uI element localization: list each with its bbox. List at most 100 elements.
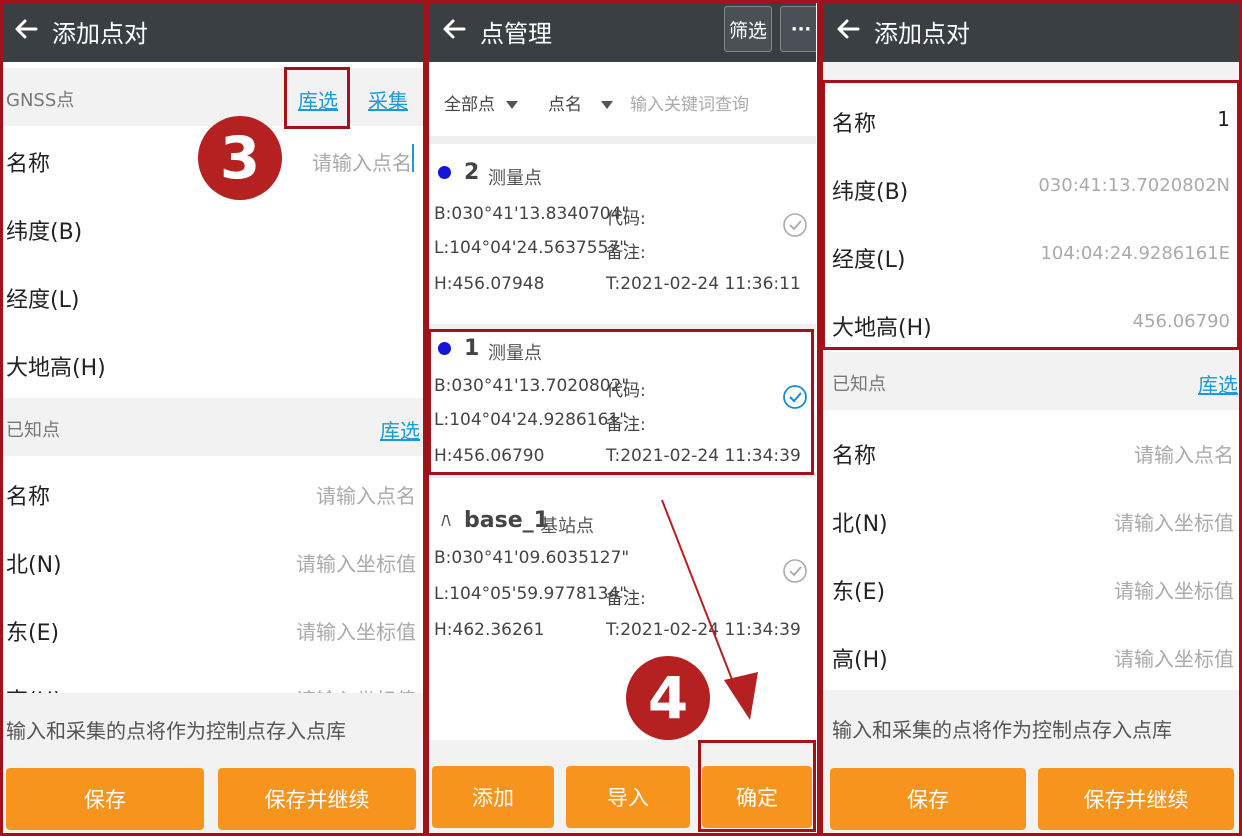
field-value: 1 [1217,107,1230,131]
gnss-latitude-field[interactable]: 纬度(B) 030:41:13.7020802N [822,154,1242,223]
list-item[interactable]: 2 测量点 B:030°41'13.8340704" 代码: L:104°04'… [428,146,816,324]
search-field-dropdown[interactable]: 点名 [548,90,614,115]
gnss-name-field[interactable]: 名称 1 [822,86,1242,155]
point-latitude: B:030°41'09.6035127" [434,548,630,568]
back-arrow-icon[interactable] [832,13,864,45]
known-east-field[interactable]: 东(E) 请输入坐标值 [822,554,1242,623]
survey-point-dot-icon [438,342,451,355]
app-bar: 添加点对 [0,0,424,62]
gnss-height-field[interactable]: 大地高(H) [0,330,424,398]
field-label: 北(N) [832,512,888,537]
save-and-continue-button[interactable]: 保存并继续 [1038,768,1234,830]
page-title: 添加点对 [52,20,148,48]
field-label: 大地高(H) [6,356,106,381]
dropdown-label: 点名 [548,95,582,115]
field-placeholder: 请输入点名 [316,484,416,508]
gnss-section-header: GNSS点 库选 采集 [0,68,424,126]
known-name-field[interactable]: 名称 请输入点名 [822,418,1242,487]
caret-down-icon [506,101,519,109]
field-value: 104:04:24.9286161E [1040,243,1230,264]
point-name: base_1 [464,508,549,533]
known-north-field[interactable]: 北(N) 请输入坐标值 [0,527,424,596]
point-height: H:462.36261 [434,620,545,640]
field-label: 名称 [6,485,51,510]
gnss-latitude-field[interactable]: 纬度(B) [0,194,424,263]
point-time: T:2021-02-24 11:34:39 [606,446,801,466]
field-placeholder: 请输入坐标值 [1114,511,1234,535]
save-button[interactable]: 保存 [6,768,204,830]
known-name-field[interactable]: 名称 请输入点名 [0,459,424,528]
known-library-select-link[interactable]: 库选 [1198,369,1238,398]
filter-button[interactable]: 筛选 [724,6,772,52]
more-menu-button[interactable]: ··· [780,6,816,52]
step-badge-4: 4 [626,656,710,740]
field-placeholder: 请输入点名 [312,151,412,175]
field-placeholder: 请输入点名 [1134,443,1234,467]
point-type: 测量点 [488,168,542,189]
known-section-header: 已知点 库选 [822,352,1242,410]
search-input[interactable]: 输入关键词查询 [630,90,749,115]
known-north-field[interactable]: 北(N) 请输入坐标值 [822,486,1242,555]
point-type: 基站点 [540,516,594,537]
unchecked-circle-icon[interactable] [782,558,808,584]
library-select-link[interactable]: 库选 [298,85,338,114]
gnss-section-label: GNSS点 [6,90,75,111]
point-time: T:2021-02-24 11:34:39 [606,620,801,640]
known-section-label: 已知点 [832,374,886,395]
point-latitude: B:030°41'13.7020802" [434,376,630,396]
list-item[interactable]: base_1 基站点 B:030°41'09.6035127" L:104°05… [428,478,816,654]
field-label: 高(H) [6,683,62,693]
divider [428,136,816,144]
left-panel: 添加点对 GNSS点 库选 采集 名称 请输入点名 纬度(B) 经度(L) 大地… [0,0,424,836]
more-icon: ··· [790,18,812,40]
field-placeholder: 请输入坐标值 [296,620,416,644]
collect-link[interactable]: 采集 [368,85,408,114]
point-remark: 备注: [606,415,646,435]
field-placeholder: 请输入坐标值 [1114,579,1234,603]
point-code: 代码: [606,381,646,401]
known-east-field[interactable]: 东(E) 请输入坐标值 [0,595,424,664]
import-button[interactable]: 导入 [566,766,690,828]
text-cursor [412,144,414,172]
known-section-header: 已知点 库选 [0,398,424,456]
point-remark: 备注: [606,243,646,263]
field-label: 经度(L) [832,248,906,273]
point-name: 1 [464,336,480,361]
back-arrow-icon[interactable] [438,13,470,45]
back-arrow-icon[interactable] [10,13,42,45]
checked-circle-icon[interactable] [782,384,808,410]
point-latitude: B:030°41'13.8340704" [434,204,630,224]
field-label: 名称 [6,152,51,177]
known-height-field[interactable]: 高(H) 请输入坐标值 [822,622,1242,690]
filter-bar: 全部点 点名 输入关键词查询 [428,68,816,134]
gnss-height-field[interactable]: 大地高(H) 456.06790 [822,290,1242,348]
page-title: 添加点对 [874,20,970,48]
field-label: 东(E) [832,580,886,605]
footer-note: 输入和采集的点将作为控制点存入点库 [6,719,346,743]
dropdown-label: 全部点 [444,95,495,115]
unchecked-circle-icon[interactable] [782,212,808,238]
base-station-icon [441,514,451,527]
save-and-continue-button[interactable]: 保存并继续 [218,768,416,830]
gnss-longitude-field[interactable]: 经度(L) [0,262,424,331]
step-badge-3: 3 [198,116,282,200]
point-remark: 备注: [606,589,646,609]
known-library-select-link[interactable]: 库选 [380,415,420,444]
point-type-dropdown[interactable]: 全部点 [444,90,519,115]
page-title: 点管理 [480,20,552,48]
save-button[interactable]: 保存 [830,768,1026,830]
field-value: 030:41:13.7020802N [1038,175,1230,196]
confirm-button[interactable]: 确定 [702,766,812,828]
field-label: 东(E) [6,621,60,646]
list-item-selected[interactable]: 1 测量点 B:030°41'13.7020802" 代码: L:104°04'… [428,330,816,472]
add-button[interactable]: 添加 [432,766,554,828]
footer-note: 输入和采集的点将作为控制点存入点库 [832,718,1172,742]
known-height-field[interactable]: 高(H) 请输入坐标值 [0,663,424,693]
field-label: 经度(L) [6,288,80,313]
app-bar: 添加点对 [822,0,1242,62]
point-longitude: L:104°05'59.9778134" [434,584,628,604]
point-type: 测量点 [488,343,542,364]
field-label: 大地高(H) [832,316,932,341]
point-longitude: L:104°04'24.9286161" [434,410,628,430]
gnss-longitude-field[interactable]: 经度(L) 104:04:24.9286161E [822,222,1242,291]
